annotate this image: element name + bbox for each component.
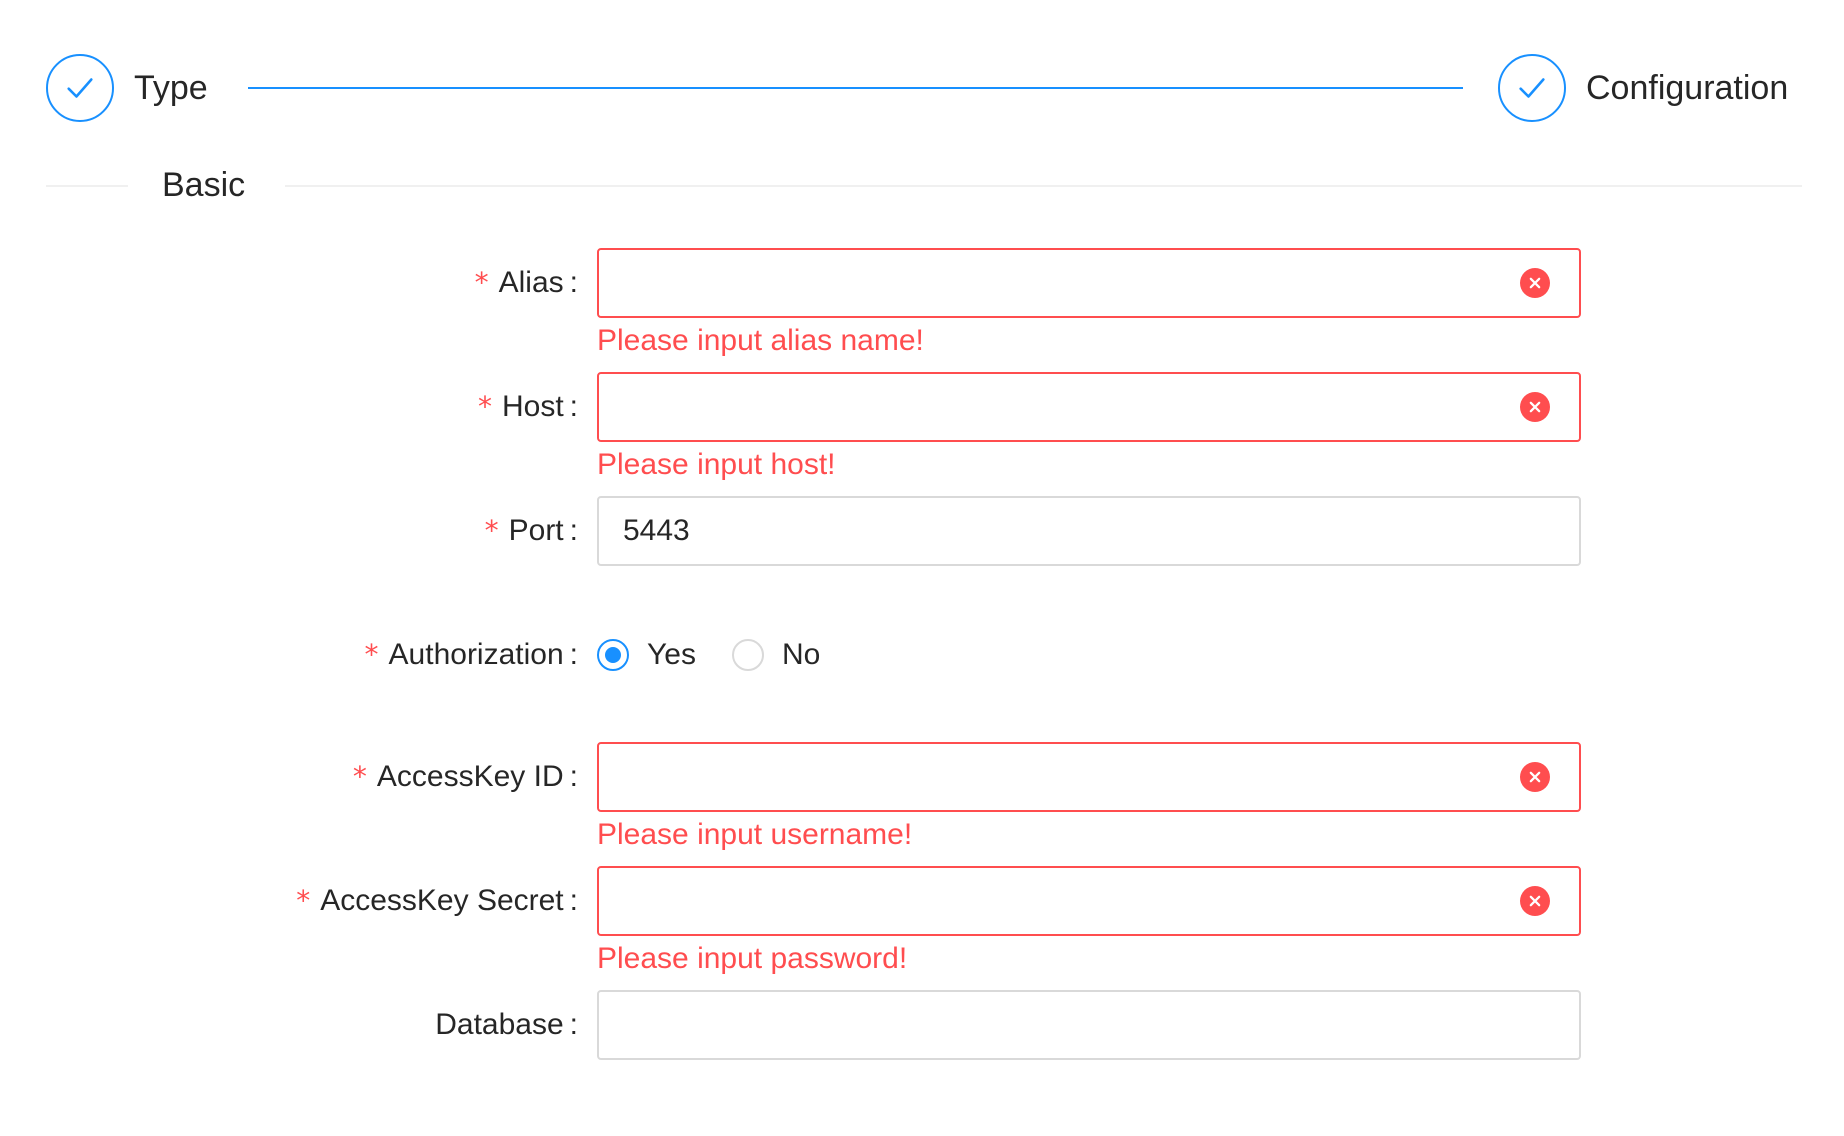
steps: Type Configuration	[46, 52, 1802, 124]
close-circle-icon	[1520, 392, 1550, 422]
access-key-secret-label: * AccessKey Secret:	[296, 883, 578, 918]
divider-line	[46, 185, 128, 187]
step-configuration: Configuration	[1498, 52, 1788, 124]
close-circle-icon	[1520, 762, 1550, 792]
port-label: * Port:	[484, 513, 578, 548]
close-circle-icon	[1520, 268, 1550, 298]
host-input[interactable]	[597, 372, 1581, 442]
access-key-secret-error-message: Please input password!	[597, 942, 908, 975]
radio-no[interactable]: No	[731, 638, 820, 672]
check-icon	[46, 54, 114, 122]
access-key-secret-input[interactable]	[597, 866, 1581, 936]
divider-line	[285, 185, 1802, 187]
host-label: * Host:	[477, 389, 578, 424]
host-error-message: Please input host!	[597, 448, 836, 481]
form-item-port: * Port: 5443	[0, 496, 1844, 568]
step-title: Configuration	[1586, 68, 1789, 107]
alias-error-message: Please input alias name!	[597, 324, 924, 357]
close-circle-icon	[1520, 886, 1550, 916]
port-input[interactable]: 5443	[597, 496, 1581, 566]
form-item-host: * Host: Please input host!	[0, 372, 1844, 481]
step-title: Type	[134, 68, 208, 107]
required-mark: *	[477, 389, 492, 423]
radio-yes[interactable]: Yes	[597, 638, 696, 672]
required-mark: *	[474, 265, 489, 299]
alias-input[interactable]	[597, 248, 1581, 318]
radio-checked-icon[interactable]	[597, 639, 629, 671]
section-divider: Basic	[46, 150, 1802, 222]
form-item-alias: * Alias: Please input alias name!	[0, 248, 1844, 357]
step-connector-line	[248, 87, 1463, 89]
authorization-radio-group: Yes No	[597, 620, 856, 690]
access-key-id-error-message: Please input username!	[597, 818, 913, 851]
alias-label: * Alias:	[474, 265, 578, 300]
form-item-access-key-id: * AccessKey ID: Please input username!	[0, 742, 1844, 851]
form-item-database: Database:	[0, 990, 1844, 1062]
access-key-id-input[interactable]	[597, 742, 1581, 812]
database-label: Database:	[435, 1008, 578, 1041]
required-mark: *	[364, 637, 379, 671]
check-icon	[1498, 54, 1566, 122]
radio-unchecked-icon[interactable]	[731, 639, 764, 671]
section-title: Basic	[162, 166, 246, 204]
step-type: Type	[46, 52, 208, 124]
form-item-access-key-secret: * AccessKey Secret: Please input passwor…	[0, 866, 1844, 975]
required-mark: *	[484, 513, 499, 547]
required-mark: *	[296, 883, 311, 917]
database-input[interactable]	[597, 990, 1581, 1060]
required-mark: *	[352, 759, 367, 793]
authorization-label: * Authorization:	[364, 637, 578, 672]
access-key-id-label: * AccessKey ID:	[352, 759, 578, 794]
form-item-authorization: * Authorization: Yes No	[0, 620, 1844, 692]
